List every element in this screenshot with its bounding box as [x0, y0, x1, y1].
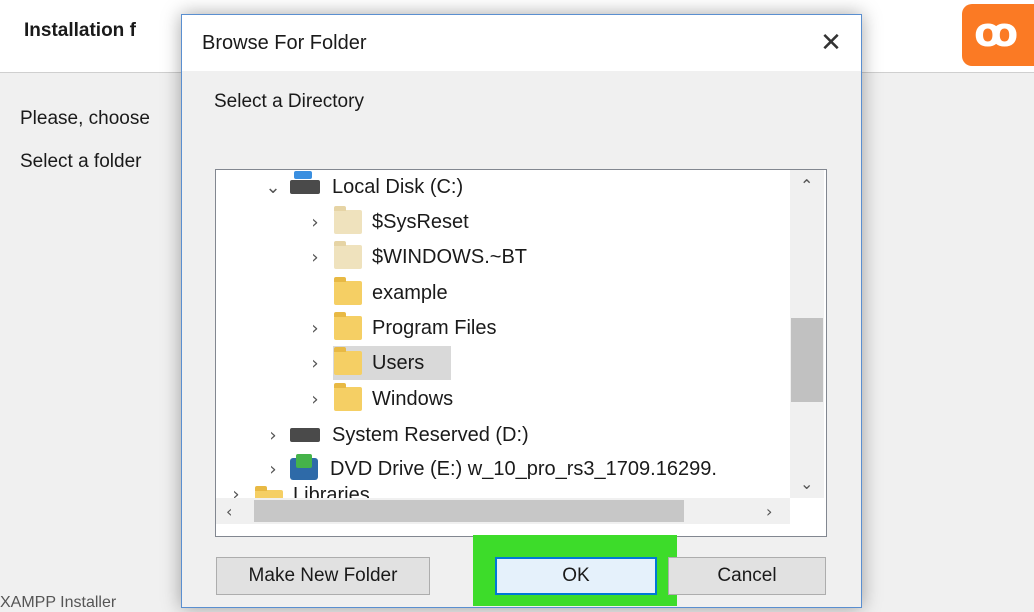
installer-title: Installation f [24, 20, 136, 41]
select-directory-label: Select a Directory [214, 91, 364, 112]
tree-item-label: example [372, 281, 448, 304]
tree-item-label: DVD Drive (E:) w_10_pro_rs3_1709.16299. [330, 457, 717, 480]
folder-icon [334, 241, 362, 269]
tree-item-label: System Reserved (D:) [332, 423, 529, 446]
scroll-up-icon[interactable]: ⌃ [800, 176, 813, 195]
tree-item-label: Users [372, 351, 425, 374]
tree-item-sysreset[interactable]: › $SysReset [304, 205, 469, 239]
chevron-right-icon[interactable]: › [304, 318, 326, 339]
dvd-drive-icon [290, 454, 318, 480]
tree-item-system-reserved-d[interactable]: › System Reserved (D:) [262, 418, 529, 452]
folder-icon [334, 206, 362, 234]
drive-icon [290, 428, 320, 442]
xampp-logo-icon: ꝏ [962, 4, 1034, 66]
drive-icon [290, 171, 320, 194]
tree-item-label: $WINDOWS.~BT [372, 245, 528, 268]
chevron-right-icon[interactable]: › [225, 484, 247, 498]
folder-icon [255, 486, 283, 498]
tree-item-program-files[interactable]: › Program Files [304, 311, 496, 345]
folder-icon [334, 347, 362, 375]
tree-item-label: Libraries [293, 484, 370, 498]
tree-item-example[interactable]: example [304, 276, 448, 310]
scroll-right-icon[interactable]: › [766, 502, 772, 521]
chevron-right-icon[interactable]: › [304, 353, 326, 374]
tree-item-windows[interactable]: › Windows [304, 382, 453, 416]
tree-item-label: $SysReset [372, 210, 469, 233]
cancel-button[interactable]: Cancel [668, 557, 826, 595]
scroll-down-icon[interactable]: ⌄ [800, 474, 813, 493]
dialog-title: Browse For Folder [202, 32, 367, 54]
dialog-titlebar: Browse For Folder ✕ [182, 15, 861, 71]
chevron-down-icon[interactable]: ⌄ [262, 177, 284, 198]
tree-item-label: Program Files [372, 316, 497, 339]
folder-icon [334, 312, 362, 340]
vertical-scroll-thumb[interactable] [791, 318, 823, 402]
tree-item-label: Windows [372, 387, 454, 410]
folder-icon [334, 277, 362, 305]
ok-button[interactable]: OK [495, 557, 657, 595]
installer-folder-label: Select a folder [20, 151, 142, 172]
installer-footer: XAMPP Installer [0, 594, 117, 611]
tree-item-dvd-drive-e[interactable]: › DVD Drive (E:) w_10_pro_rs3_1709.16299… [262, 452, 790, 486]
make-new-folder-button[interactable]: Make New Folder [216, 557, 430, 595]
chevron-right-icon[interactable]: › [304, 389, 326, 410]
close-icon: ✕ [820, 28, 842, 58]
chevron-right-icon[interactable]: › [304, 247, 326, 268]
tree-item-libraries[interactable]: › Libraries [225, 484, 370, 498]
chevron-right-icon[interactable]: › [304, 212, 326, 233]
horizontal-scroll-thumb[interactable] [254, 500, 684, 522]
tree-item-windows-bt[interactable]: › $WINDOWS.~BT [304, 240, 527, 274]
tree-item-label: Local Disk (C:) [332, 175, 464, 198]
chevron-right-icon[interactable]: › [262, 425, 284, 446]
folder-icon [334, 383, 362, 411]
installer-instruction: Please, choose [20, 108, 150, 129]
tree-item-users[interactable]: › Users [304, 346, 424, 380]
tree-item-local-disk-c[interactable]: ⌄ Local Disk (C:) [262, 170, 463, 204]
chevron-right-icon[interactable]: › [262, 459, 284, 480]
close-button[interactable]: ✕ [813, 25, 849, 61]
scroll-left-icon[interactable]: ‹ [226, 502, 232, 521]
